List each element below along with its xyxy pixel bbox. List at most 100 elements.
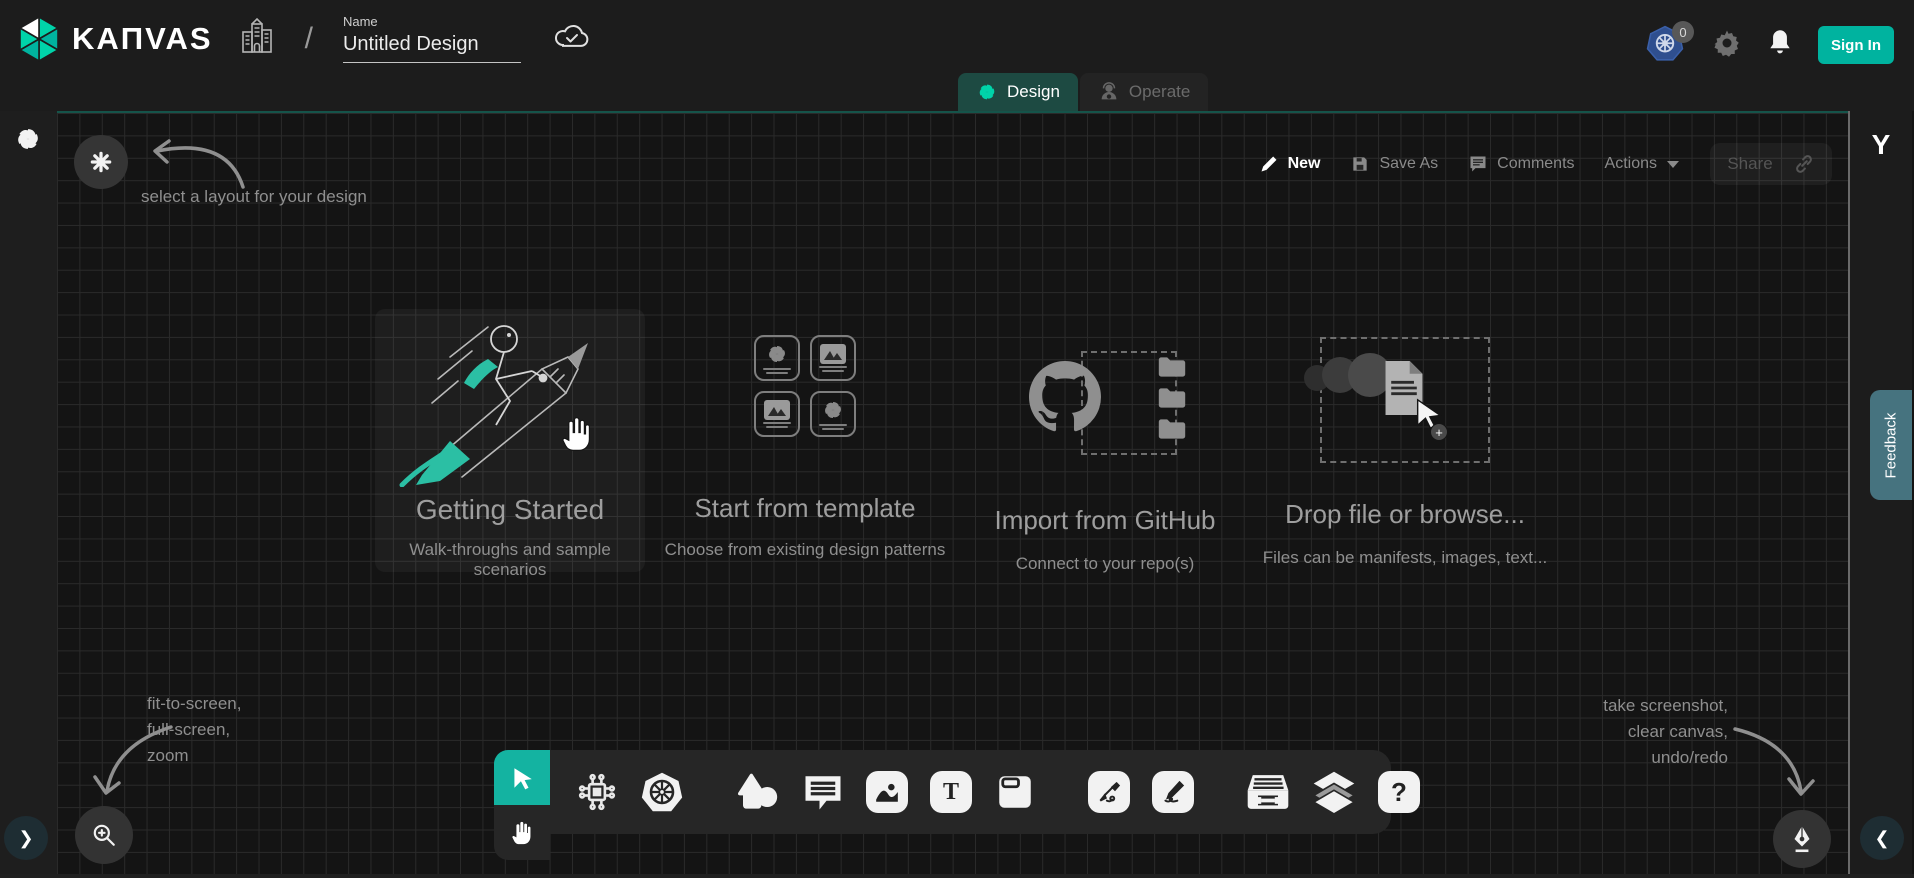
share-button[interactable]: Share [1710,143,1832,185]
tool-pencil[interactable] [1152,771,1194,813]
template-tiles [754,335,856,437]
image-icon [764,400,790,420]
save-as-button[interactable]: Save As [1350,154,1438,174]
template-tile [810,391,856,437]
canvas-actions-pen-button[interactable] [1773,810,1831,868]
card-subtitle: Connect to your repo(s) [1016,554,1195,574]
sign-in-button[interactable]: Sign In [1818,26,1894,64]
image-icon [820,344,846,364]
folder-icon [1157,355,1187,379]
hand-cursor-icon [560,415,594,458]
expand-panel-button[interactable]: ❯ [4,816,48,860]
canvas-toolbar: New Save As Comments Actions [1259,143,1832,185]
tool-shapes[interactable] [736,772,780,812]
new-label: New [1288,155,1321,173]
card-title: Start from template [694,493,915,524]
comments-icon [1468,154,1488,174]
collapse-panel-button[interactable]: ❮ [1860,816,1904,860]
rocket-rider-illustration [392,317,628,492]
layout-selector-button[interactable] [74,135,128,189]
cloud-saved-icon [553,21,591,56]
template-tile [754,391,800,437]
actions-dropdown[interactable]: Actions [1605,155,1680,173]
meshery-spiral-icon[interactable] [14,125,42,158]
tool-image[interactable] [866,771,908,813]
layout-hint-arrow [131,129,251,195]
tool-pan-hand[interactable] [494,805,550,860]
tool-help[interactable]: ? [1378,771,1420,813]
folder-icon [1157,386,1187,410]
tool-select-cursor[interactable] [494,750,550,805]
comments-label: Comments [1497,155,1574,173]
design-name-label: Name [343,14,521,29]
floppy-save-icon [1350,154,1370,174]
tool-layers[interactable] [1312,770,1356,814]
operate-headset-icon [1098,81,1120,103]
template-tile [810,335,856,381]
brand-name: KAΠVAS [72,21,213,57]
kanvas-hexagon-icon [16,15,62,63]
layout-hint-text: select a layout for your design [141,187,367,207]
link-icon [1793,153,1815,175]
hand-icon [510,820,534,846]
tab-operate[interactable]: Operate [1080,73,1208,111]
app-header: KAΠVAS / Name [0,0,1914,111]
kubernetes-context-switcher[interactable]: 0 [1646,25,1688,65]
bottom-toolbar: T [550,750,1391,834]
spiral-icon [821,398,845,422]
github-illustration [1005,349,1205,469]
breadcrumb-slash: / [305,22,313,56]
right-sidebar-rail: Y Feedback ❮ [1848,111,1912,874]
bottom-strip [0,874,1914,878]
tool-drawer[interactable] [1246,771,1290,813]
organization-icon[interactable] [239,16,275,61]
pencil-new-icon [1259,154,1279,174]
tab-operate-label: Operate [1129,82,1190,102]
tool-component-circuit[interactable] [576,771,618,813]
magnifier-plus-icon [91,822,117,848]
tool-note[interactable] [994,771,1036,813]
design-canvas[interactable]: New Save As Comments Actions [57,111,1848,874]
pen-nib-icon [1789,824,1815,854]
card-title: Import from GitHub [994,505,1215,536]
settings-gear-icon[interactable] [1712,28,1742,63]
drop-zone-dashed-box: + [1320,337,1490,463]
comments-button[interactable]: Comments [1468,154,1574,174]
card-start-from-template[interactable]: Start from template Choose from existing… [645,335,965,560]
share-label: Share [1727,154,1772,174]
tool-kubernetes[interactable] [640,770,684,814]
new-design-button[interactable]: New [1259,154,1321,174]
screenshot-hint-arrow [1713,715,1833,815]
card-subtitle: Choose from existing design patterns [665,540,946,560]
mode-tabs: Design Operate [958,73,1208,111]
template-tile [754,335,800,381]
kanvas-logo[interactable]: KAΠVAS [16,15,213,63]
feedback-label: Feedback [1883,412,1900,478]
y-logo[interactable]: Y [1850,129,1912,161]
design-spiral-icon [976,81,998,103]
card-import-github[interactable]: Import from GitHub Connect to your repo(… [945,349,1265,574]
card-getting-started[interactable]: Getting Started Walk-throughs and sample… [375,309,645,572]
chevron-left-icon: ❮ [1874,828,1889,849]
card-subtitle: Files can be manifests, images, text... [1263,548,1547,568]
spiral-icon [765,342,789,366]
notifications-bell-icon[interactable] [1766,28,1794,63]
layout-asterisk-icon [88,149,114,175]
feedback-tab[interactable]: Feedback [1870,390,1912,500]
tool-pen-bezier[interactable] [1088,771,1130,813]
tool-text[interactable]: T [930,771,972,813]
chevron-right-icon: ❯ [18,828,33,849]
plus-badge: + [1430,423,1448,441]
card-drop-file[interactable]: + Drop file or browse... Files can be ma… [1245,337,1565,568]
card-title: Drop file or browse... [1285,499,1525,530]
save-as-label: Save As [1379,155,1438,173]
tab-design-label: Design [1007,82,1060,102]
actions-label: Actions [1605,155,1657,173]
folder-icon [1157,417,1187,441]
zoom-controls-button[interactable] [75,806,133,864]
design-name-input[interactable] [343,31,521,63]
github-icon [1029,361,1101,438]
tab-design[interactable]: Design [958,73,1078,111]
tool-comment[interactable] [802,772,844,812]
zoom-hint-text: fit-to-screen, full-screen, zoom [147,691,241,769]
